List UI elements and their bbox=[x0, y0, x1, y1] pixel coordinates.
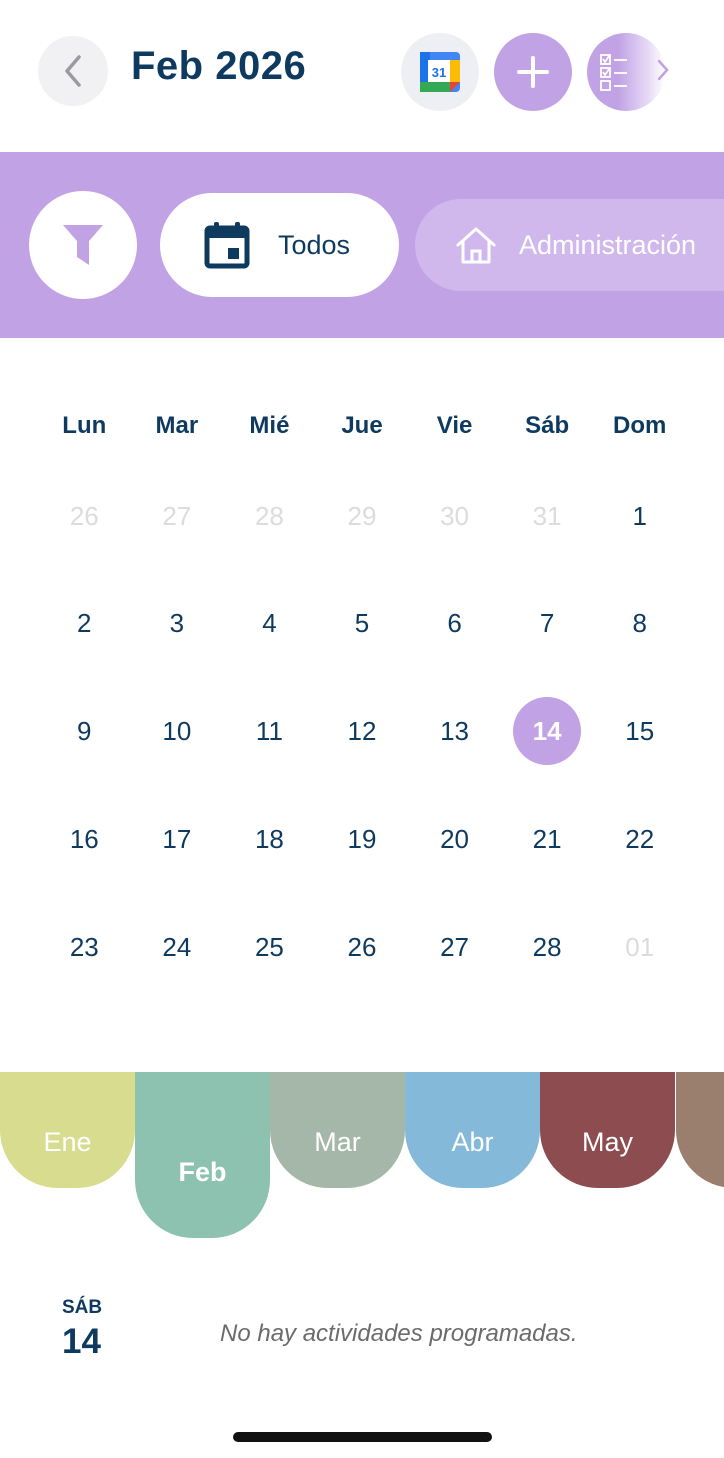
month-tab-label: Feb bbox=[178, 1157, 227, 1187]
calendar-day[interactable]: 17 bbox=[131, 817, 224, 861]
calendar-day[interactable]: 25 bbox=[223, 925, 316, 969]
calendar-week-3: 9 10 11 12 13 14 15 bbox=[38, 697, 686, 765]
filter-bar: Todos Administración bbox=[0, 152, 724, 338]
calendar-day[interactable]: 24 bbox=[131, 925, 224, 969]
calendar-day[interactable]: 26 bbox=[316, 925, 409, 969]
calendar-day-outside-month[interactable]: 30 bbox=[408, 494, 501, 538]
month-tab-ene[interactable]: Ene bbox=[0, 1072, 135, 1188]
calendar-week-1: 26 27 28 29 30 31 1 bbox=[38, 494, 686, 538]
page-title: Feb 2026 bbox=[131, 44, 307, 88]
selected-day-number: 14 bbox=[62, 1322, 101, 1361]
month-tab-feb[interactable]: Feb bbox=[135, 1072, 270, 1238]
calendar-day-outside-month[interactable]: 28 bbox=[223, 494, 316, 538]
weekday-label: Lun bbox=[62, 412, 107, 439]
back-button[interactable] bbox=[38, 36, 108, 106]
home-icon bbox=[456, 227, 496, 264]
calendar-day[interactable]: 4 bbox=[223, 601, 316, 645]
calendar-day-selected[interactable]: 14 bbox=[501, 697, 594, 765]
calendar-day[interactable]: 21 bbox=[501, 817, 594, 861]
google-calendar-icon: 31 bbox=[420, 52, 460, 92]
plus-icon bbox=[517, 56, 549, 88]
calendar-day[interactable]: 19 bbox=[316, 817, 409, 861]
month-tab-mar[interactable]: Mar bbox=[270, 1072, 405, 1188]
filter-chip-all-label: Todos bbox=[278, 229, 351, 260]
filter-icon bbox=[63, 225, 103, 265]
calendar-day-outside-month[interactable]: 26 bbox=[38, 494, 131, 538]
add-activity-button[interactable] bbox=[494, 33, 572, 111]
calendar-day[interactable]: 1 bbox=[593, 494, 686, 538]
calendar-day[interactable]: 2 bbox=[38, 601, 131, 645]
calendar-day[interactable]: 16 bbox=[38, 817, 131, 861]
filter-chip-administracion[interactable]: Administración bbox=[415, 199, 724, 291]
checklist-icon bbox=[600, 54, 627, 91]
calendar-week-2: 2 3 4 5 6 7 8 bbox=[38, 601, 686, 645]
calendar-day[interactable]: 22 bbox=[593, 817, 686, 861]
chevron-left-icon bbox=[65, 55, 81, 87]
calendar-week-5: 23 24 25 26 27 28 01 bbox=[38, 925, 686, 969]
filter-chip-administracion-label: Administración bbox=[519, 229, 697, 260]
home-indicator[interactable] bbox=[233, 1432, 492, 1442]
google-calendar-day: 31 bbox=[432, 65, 446, 80]
calendar-day[interactable]: 11 bbox=[223, 709, 316, 753]
top-bar: Feb 2026 31 bbox=[0, 0, 724, 152]
google-calendar-button[interactable]: 31 bbox=[401, 33, 479, 111]
calendar-week-4: 16 17 18 19 20 21 22 bbox=[38, 817, 686, 861]
chevron-right-icon bbox=[657, 59, 669, 81]
weekday-label: Vie bbox=[436, 412, 473, 439]
weekday-label: Jue bbox=[341, 412, 383, 439]
calendar-day-outside-month[interactable]: 29 bbox=[316, 494, 409, 538]
month-selector: Ene Feb Mar Abr May J bbox=[0, 1072, 724, 1242]
calendar-day[interactable]: 23 bbox=[38, 925, 131, 969]
month-tab-abr[interactable]: Abr bbox=[405, 1072, 540, 1188]
month-tab-label: Ene bbox=[43, 1127, 92, 1157]
weekday-label: Mar bbox=[155, 412, 199, 439]
calendar-day[interactable]: 8 bbox=[593, 601, 686, 645]
month-tab-jun[interactable]: J bbox=[676, 1072, 724, 1188]
calendar-day[interactable]: 12 bbox=[316, 709, 409, 753]
calendar-icon bbox=[204, 222, 250, 269]
weekday-label: Mié bbox=[249, 412, 290, 439]
calendar-day[interactable]: 28 bbox=[501, 925, 594, 969]
month-tab-label: May bbox=[581, 1127, 633, 1157]
calendar-day[interactable]: 6 bbox=[408, 601, 501, 645]
month-tab-label: Mar bbox=[314, 1127, 361, 1157]
calendar-day[interactable]: 7 bbox=[501, 601, 594, 645]
calendar-day[interactable]: 3 bbox=[131, 601, 224, 645]
calendar-day-outside-month[interactable]: 01 bbox=[593, 925, 686, 969]
month-tab-may[interactable]: May bbox=[540, 1072, 675, 1188]
month-tab-label: Abr bbox=[451, 1127, 494, 1157]
calendar-day[interactable]: 13 bbox=[408, 709, 501, 753]
empty-activities-message: No hay actividades programadas. bbox=[220, 1320, 578, 1347]
weekday-header: Lun Mar Mié Jue Vie Sáb Dom bbox=[38, 412, 686, 440]
calendar-day[interactable]: 15 bbox=[593, 709, 686, 753]
calendar-day[interactable]: 27 bbox=[408, 925, 501, 969]
calendar-day[interactable]: 18 bbox=[223, 817, 316, 861]
calendar-day[interactable]: 9 bbox=[38, 709, 131, 753]
weekday-label: Sáb bbox=[525, 412, 570, 439]
selected-day-weekday: SÁB bbox=[62, 1297, 103, 1318]
filter-button[interactable] bbox=[29, 191, 137, 299]
calendar-day[interactable]: 10 bbox=[131, 709, 224, 753]
task-list-button[interactable] bbox=[587, 33, 665, 111]
calendar-day-outside-month[interactable]: 27 bbox=[131, 494, 224, 538]
calendar-day[interactable]: 20 bbox=[408, 817, 501, 861]
filter-chip-all[interactable]: Todos bbox=[160, 193, 399, 297]
calendar-day[interactable]: 5 bbox=[316, 601, 409, 645]
calendar-day-outside-month[interactable]: 31 bbox=[501, 494, 594, 538]
weekday-label: Dom bbox=[613, 412, 667, 439]
